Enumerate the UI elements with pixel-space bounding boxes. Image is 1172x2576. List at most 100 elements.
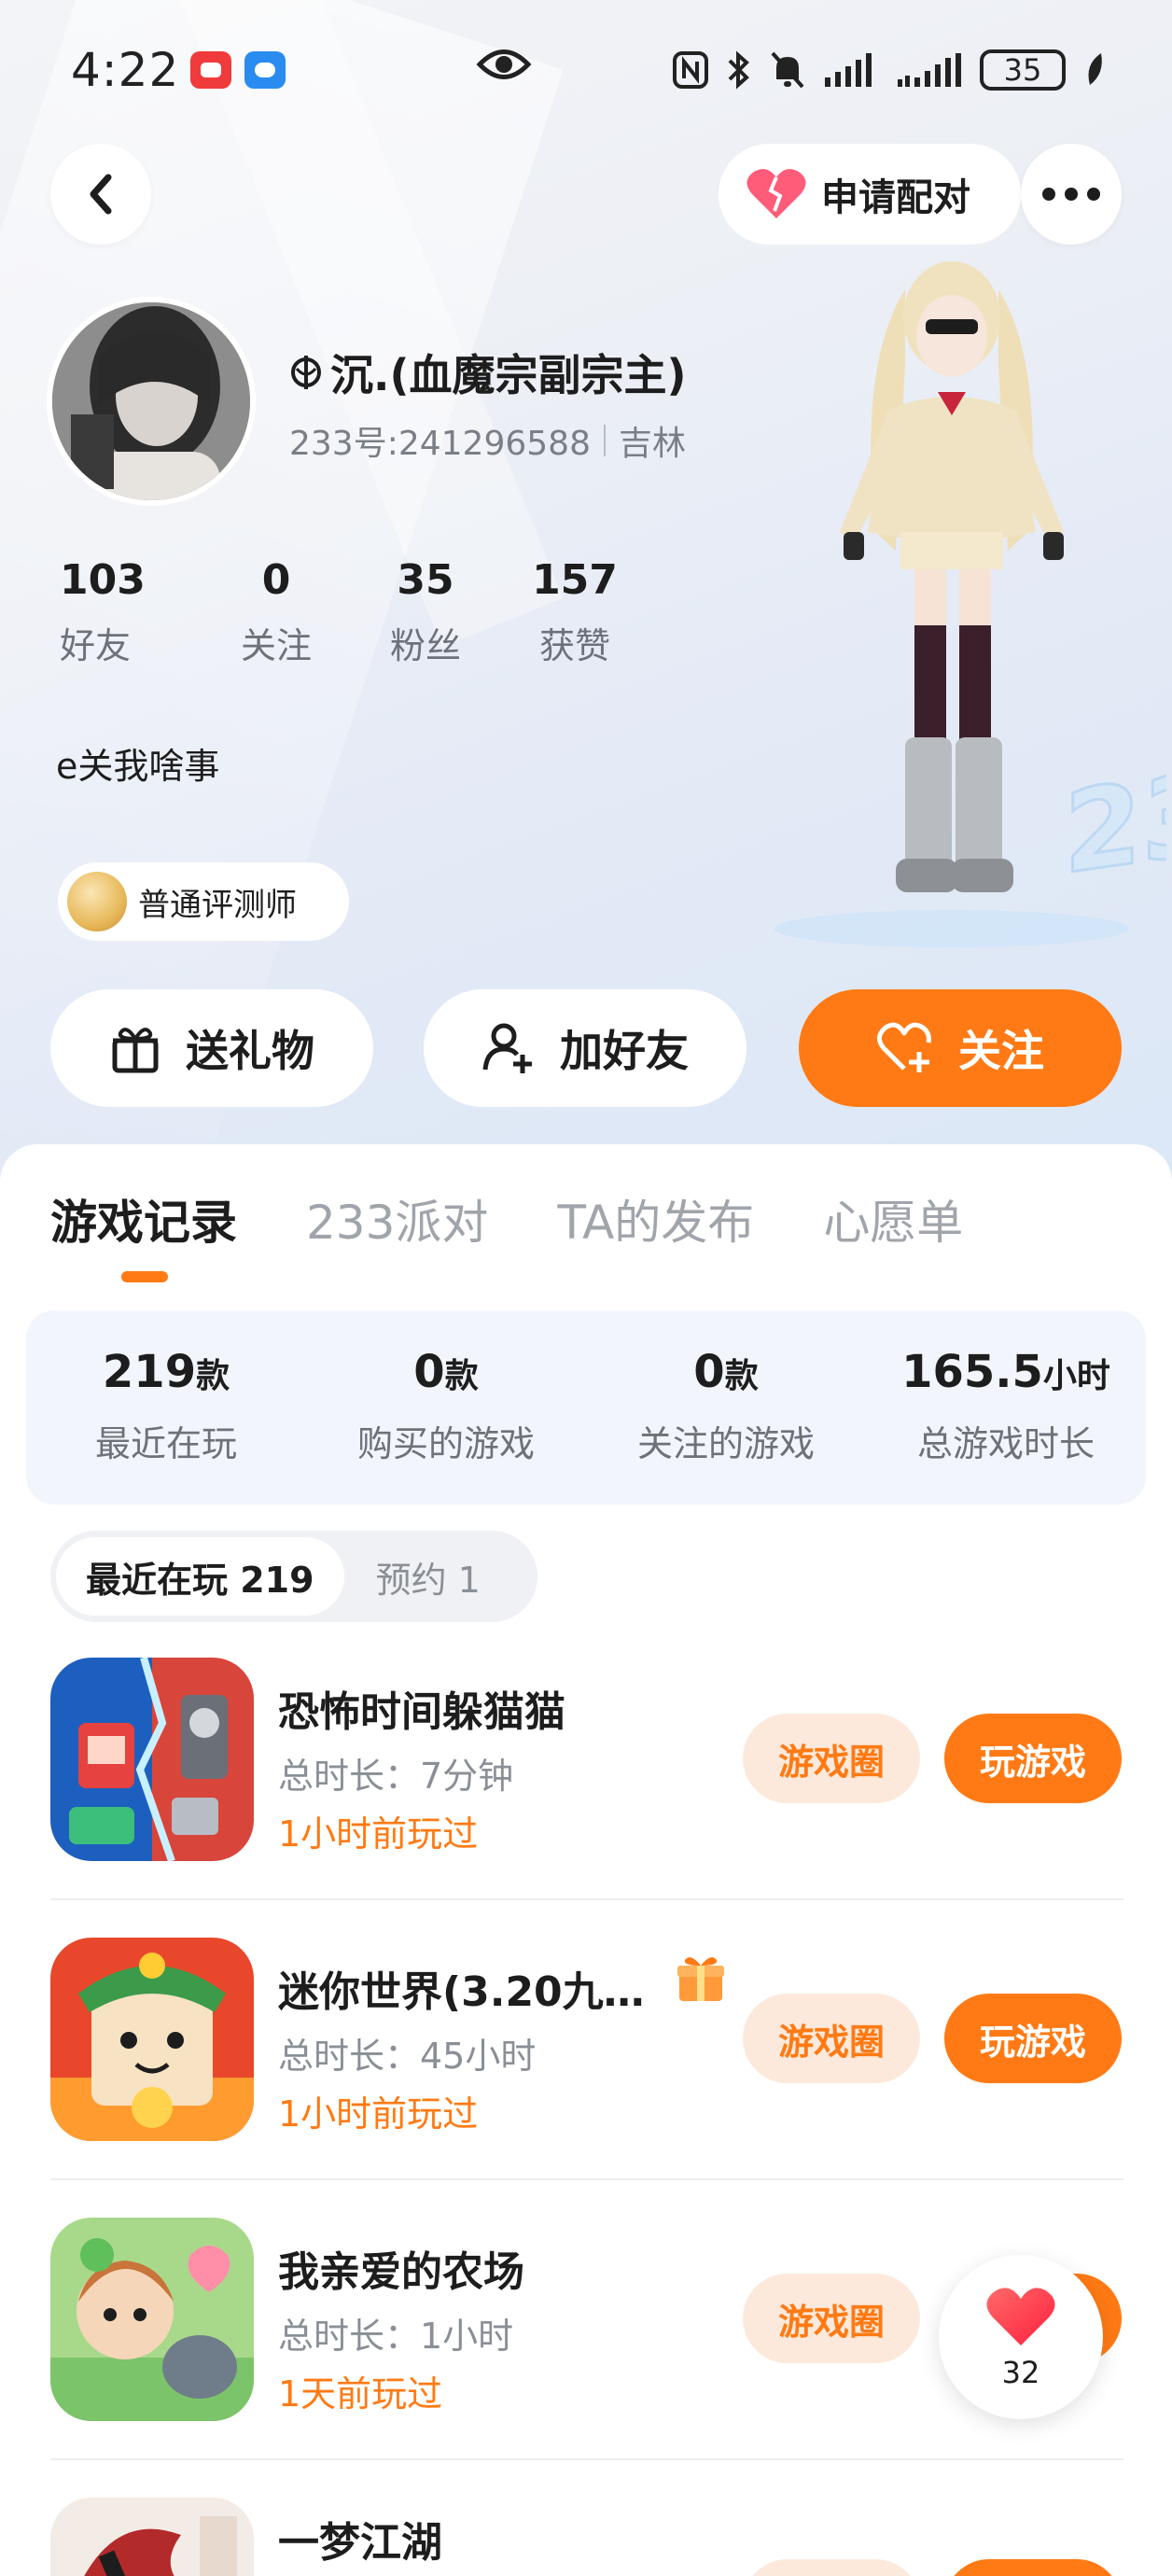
username-text: 沉.(血魔宗副宗主)	[330, 350, 687, 400]
game-last-played: 1小时前玩过	[278, 1813, 479, 1855]
summary-purchased[interactable]: 0款 购买的游戏	[306, 1310, 586, 1505]
summary-label: 关注的游戏	[636, 1423, 815, 1464]
game-list-item[interactable]: 恐怖时间躲猫猫 总时长：7分钟 1小时前玩过 游戏圈 玩游戏	[50, 1658, 1123, 1938]
list-divider	[50, 1898, 1123, 1900]
avatar[interactable]	[47, 297, 256, 506]
game-duration: 总时长：45小时	[278, 2036, 537, 2077]
send-gift-button[interactable]: 送礼物	[50, 989, 373, 1107]
status-time: 4:22	[71, 43, 180, 97]
summary-label: 总游戏时长	[916, 1423, 1095, 1464]
game-circle-button[interactable]	[743, 2559, 920, 2576]
avatar-photo	[52, 302, 250, 500]
filter-recent[interactable]: 最近在玩 219	[56, 1537, 344, 1616]
eye-icon	[476, 41, 532, 95]
bluetooth-icon	[728, 50, 749, 90]
stat-label: 获赞	[538, 625, 610, 666]
summary-value: 0	[693, 1346, 725, 1398]
add-user-icon	[482, 1023, 532, 1073]
reviewer-badge-label: 普通评测师	[138, 886, 297, 924]
game-title: 迷你世界(3.20九…	[278, 1968, 645, 2016]
status-bar: 4:22 35	[0, 0, 1172, 140]
add-friend-label: 加好友	[560, 1026, 689, 1076]
summary-unit: 款	[444, 1357, 479, 1395]
summary-value: 0	[413, 1346, 445, 1398]
list-divider	[50, 2458, 1123, 2460]
summary-unit: 款	[724, 1357, 759, 1395]
play-game-button[interactable]	[944, 2559, 1122, 2576]
battery-indicator: 35	[980, 49, 1066, 91]
reviewer-badge[interactable]: 普通评测师	[58, 862, 349, 941]
game-icon[interactable]	[50, 1938, 254, 2141]
game-duration: 总时长：1小时	[278, 2316, 514, 2357]
leaf-icon	[1088, 53, 1102, 85]
stat-label: 关注	[240, 625, 312, 666]
user-meta: 233号:241296588 吉林	[289, 416, 686, 465]
summary-unit: 小时	[1042, 1357, 1110, 1395]
profile-tabs: 游戏记录 233派对 TA的发布 心愿单	[50, 1185, 963, 1253]
back-button[interactable]	[50, 144, 151, 245]
game-circle-button[interactable]: 游戏圈	[743, 1714, 920, 1803]
mute-bell-icon	[771, 51, 804, 89]
summary-unit: 款	[196, 1357, 230, 1395]
avatar-character-figure[interactable]: 233	[765, 252, 1166, 961]
summary-total-time[interactable]: 165.5小时 总游戏时长	[866, 1310, 1146, 1505]
user-location: 吉林	[618, 425, 686, 463]
status-indicators: 35	[672, 49, 1107, 91]
more-options-button[interactable]	[1021, 144, 1122, 245]
chevron-left-icon	[90, 174, 112, 215]
stat-following[interactable]: 0 关注	[202, 556, 351, 668]
summary-recent[interactable]: 219款 最近在玩	[26, 1310, 306, 1505]
summary-label: 购买的游戏	[356, 1423, 535, 1464]
summary-followed[interactable]: 0款 关注的游戏	[586, 1310, 866, 1505]
game-icon[interactable]	[50, 2498, 254, 2576]
profile-stats: 103 好友 0 关注 35 粉丝 157 获赞	[52, 556, 649, 668]
summary-label: 最近在玩	[94, 1423, 237, 1464]
stat-label: 好友	[60, 625, 132, 666]
apply-pair-button[interactable]: 申请配对	[719, 144, 1021, 245]
play-game-button[interactable]: 玩游戏	[944, 1714, 1122, 1803]
stat-label: 粉丝	[389, 625, 461, 666]
game-circle-button[interactable]: 游戏圈	[743, 2274, 920, 2363]
game-circle-button[interactable]: 游戏圈	[743, 1994, 920, 2083]
tab-wishlist[interactable]: 心愿单	[823, 1185, 963, 1253]
game-icon[interactable]	[50, 2218, 254, 2421]
follow-button[interactable]: 关注	[799, 989, 1122, 1107]
heart-icon	[986, 2288, 1055, 2345]
stat-fans[interactable]: 35 粉丝	[351, 556, 500, 668]
gift-icon	[112, 1028, 159, 1073]
signal-icon	[898, 53, 961, 87]
play-game-button[interactable]: 玩游戏	[944, 1994, 1122, 2083]
stat-friends[interactable]: 103 好友	[52, 556, 202, 668]
nfc-icon	[673, 51, 708, 89]
game-summary: 219款 最近在玩 0款 购买的游戏 0款 关注的游戏 165.5小时 总游戏时…	[26, 1310, 1146, 1505]
tab-ta-posts[interactable]: TA的发布	[557, 1185, 754, 1253]
heart-plus-icon	[877, 1022, 931, 1072]
game-last-played: 1小时前玩过	[278, 2093, 479, 2135]
send-gift-label: 送礼物	[186, 1026, 314, 1076]
svg-text:233: 233	[1064, 736, 1166, 900]
broken-heart-icon	[746, 169, 806, 218]
game-title: 我亲爱的农场	[278, 2248, 524, 2296]
user-bio: e关我啥事	[56, 746, 220, 787]
game-title: 一梦江湖	[278, 2519, 442, 2567]
notification-app-icon	[190, 51, 232, 89]
list-divider	[50, 2178, 1123, 2180]
meta-divider	[603, 425, 606, 456]
signal-icon	[825, 53, 872, 87]
game-list-item[interactable]: 一梦江湖	[50, 2498, 1123, 2576]
stat-value: 103	[60, 556, 146, 604]
tab-233-party[interactable]: 233派对	[306, 1185, 488, 1253]
game-list-item[interactable]: 迷你世界(3.20九… 总时长：45小时 1小时前玩过 游戏圈 玩游戏	[50, 1938, 1123, 2218]
floating-like-button[interactable]: 32	[939, 2255, 1103, 2419]
filter-reserve[interactable]: 预约 1	[344, 1551, 512, 1603]
game-list-filter: 最近在玩 219 预约 1	[50, 1531, 537, 1622]
more-dots-icon	[1042, 188, 1100, 201]
tab-game-record[interactable]: 游戏记录	[50, 1185, 237, 1253]
gift-icon	[677, 1957, 724, 2001]
stat-likes[interactable]: 157 获赞	[500, 556, 649, 668]
stat-value: 157	[532, 556, 618, 604]
apply-pair-label: 申请配对	[821, 176, 970, 219]
game-icon[interactable]	[50, 1658, 254, 1861]
add-friend-button[interactable]: 加好友	[424, 989, 746, 1107]
like-count: 32	[1001, 2355, 1040, 2390]
